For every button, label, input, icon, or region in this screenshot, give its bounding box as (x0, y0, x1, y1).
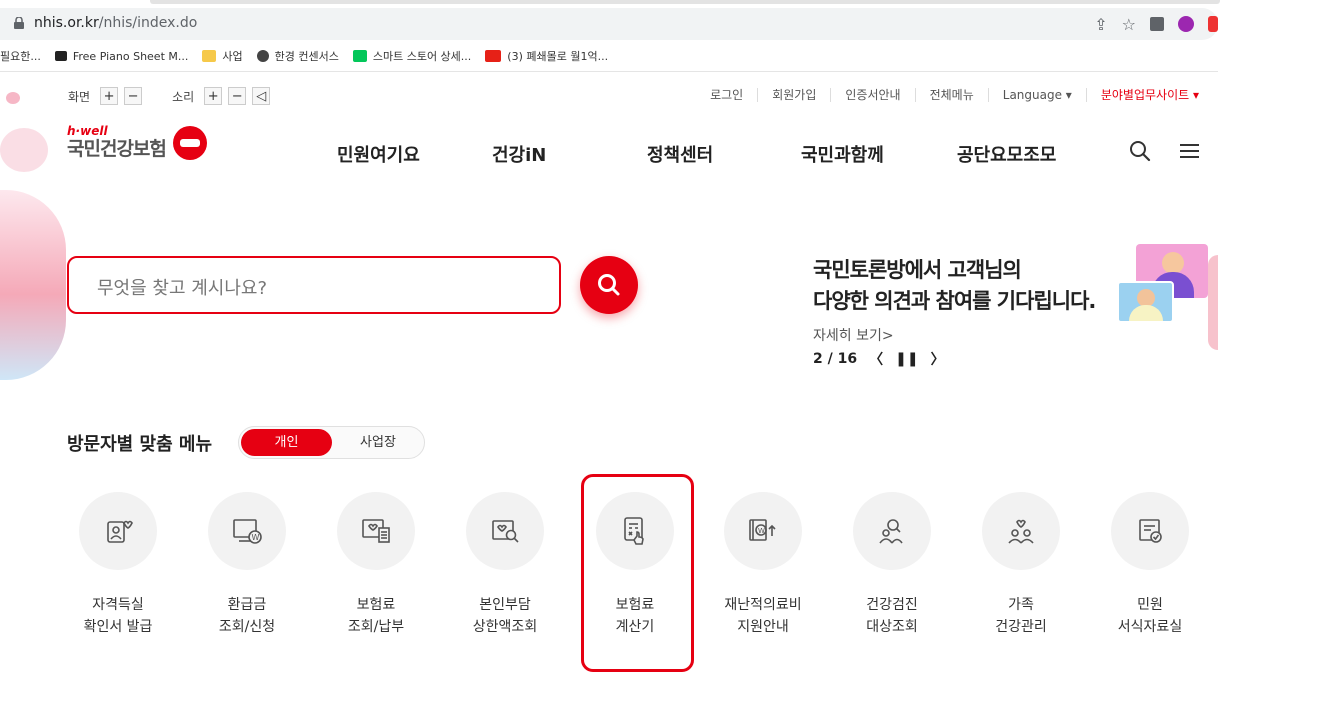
sound-label: 소리 (172, 89, 195, 104)
pause-icon[interactable]: ❚❚ (895, 351, 918, 367)
won-support-icon: W (749, 519, 776, 541)
search-icon[interactable] (1129, 140, 1151, 162)
speaker-icon[interactable]: ◁ (252, 87, 271, 105)
family-icon (1008, 519, 1034, 544)
menu-item-civil-forms[interactable]: 민원 서식자료실 (1090, 492, 1210, 638)
blossom-decoration (6, 92, 20, 104)
main-navigation: 민원여기요 건강iN 정책센터 국민과함께 공단요모조모 (0, 141, 1218, 167)
zoom-in-button[interactable]: + (100, 87, 119, 105)
zoom-out-button[interactable]: − (124, 87, 143, 105)
form-document-icon (1139, 519, 1162, 543)
profile-extension-icon[interactable] (1178, 16, 1194, 32)
search-icon (598, 274, 620, 296)
login-link[interactable]: 로그인 (696, 88, 757, 102)
search-placeholder: 무엇을 찾고 계시나요? (97, 278, 268, 299)
custom-menu-title: 방문자별 맞춤 메뉴 (67, 434, 213, 455)
lock-icon (14, 17, 24, 29)
menu-item-family-health[interactable]: 가족 건강관리 (961, 492, 1081, 638)
nav-item-about[interactable]: 공단요모조모 (957, 141, 1056, 167)
svg-text:W: W (758, 527, 765, 535)
nav-item-health[interactable]: 건강iN (492, 141, 546, 167)
bookmark-item[interactable]: 한경 컨센서스 (256, 48, 339, 64)
monitor-won-icon: W (233, 519, 262, 544)
bookmark-item[interactable]: Free Piano Sheet M... (54, 50, 188, 63)
bookmark-item[interactable]: 필요한... (0, 48, 41, 64)
chrome-divider (0, 71, 1218, 72)
banner-title-line2: 다양한 의견과 참여를 기다립니다. (813, 289, 1096, 313)
menu-item-refund[interactable]: W 환급금 조회/신청 (187, 492, 307, 638)
receipt-icon (362, 519, 390, 543)
tab-individual[interactable]: 개인 (241, 429, 332, 456)
svg-text:W: W (252, 533, 260, 542)
accessibility-controls: 화면 + − 소리 + − ◁ (68, 87, 271, 105)
nav-item-policy[interactable]: 정책센터 (647, 141, 713, 167)
prev-arrow-icon[interactable]: 〈 (869, 349, 883, 369)
address-bar[interactable]: nhis.or.kr/nhis/index.do ⇪ ☆ (0, 8, 1218, 40)
hamburger-menu-icon[interactable] (1180, 143, 1199, 159)
banner-illustration (1117, 281, 1174, 323)
menu-item-catastrophic-medical[interactable]: W 재난적의료비 지원안내 (703, 492, 823, 638)
search-input[interactable]: 무엇을 찾고 계시나요? (67, 256, 561, 314)
banner-pager: 2 / 16 〈 ❚❚ 〉 (813, 349, 945, 369)
language-select[interactable]: Language ▾ (987, 88, 1086, 102)
watercolor-decoration (0, 190, 66, 380)
search-button[interactable] (580, 256, 638, 314)
screen-size-label: 화면 (68, 89, 91, 104)
banner-title-line1: 국민토론방에서 고객님의 (813, 258, 1022, 282)
banner-more-link[interactable]: 자세히 보기> (813, 325, 894, 345)
visitor-type-toggle: 개인 사업장 (238, 426, 425, 459)
nav-item-together[interactable]: 국민과함께 (801, 141, 884, 167)
bookmark-item[interactable]: 사업 (202, 48, 243, 64)
bookmarks-bar: 필요한... Free Piano Sheet M... 사업 한경 컨센서스 … (0, 44, 608, 68)
tab-business[interactable]: 사업장 (334, 429, 422, 456)
share-icon[interactable]: ⇪ (1094, 15, 1107, 34)
menu-item-copay-limit[interactable]: 본인부담 상한액조회 (445, 492, 565, 638)
menu-item-premium-payment[interactable]: 보험료 조회/납부 (316, 492, 436, 638)
extension-icon[interactable] (1150, 17, 1164, 31)
banner-page-indicator: 2 / 16 (813, 351, 858, 367)
watercolor-decoration (1208, 255, 1218, 350)
bookmark-item[interactable]: 스마트 스토어 상세... (352, 48, 471, 64)
volume-down-button[interactable]: − (228, 87, 247, 105)
bookmark-item[interactable]: (3) 폐쇄몰로 월1억... (485, 48, 608, 64)
highlight-box (581, 474, 694, 672)
browser-tab-strip (150, 0, 1220, 4)
extension-red-icon[interactable] (1208, 16, 1218, 32)
folder-icon (202, 50, 217, 62)
url-text[interactable]: nhis.or.kr/nhis/index.do (34, 15, 197, 31)
star-icon[interactable]: ☆ (1122, 15, 1136, 34)
signup-link[interactable]: 회원가입 (757, 88, 830, 102)
menu-item-eligibility-certificate[interactable]: 자격득실 확인서 발급 (58, 492, 178, 638)
menu-item-health-checkup[interactable]: 건강검진 대상조회 (832, 492, 952, 638)
certificate-guide-link[interactable]: 인증서안내 (830, 88, 914, 102)
next-arrow-icon[interactable]: 〉 (931, 349, 945, 369)
search-document-icon (492, 520, 519, 543)
full-menu-link[interactable]: 전체메뉴 (914, 88, 988, 102)
youtube-icon (485, 50, 502, 62)
nav-item-minwon[interactable]: 민원여기요 (337, 141, 420, 167)
people-search-icon (879, 519, 903, 544)
id-card-icon (107, 520, 133, 543)
piano-icon (54, 51, 67, 61)
utility-links: 로그인 회원가입 인증서안내 전체메뉴 Language ▾ 분야별업무사이트 … (696, 88, 1213, 102)
globe-icon (256, 50, 269, 62)
volume-up-button[interactable]: + (204, 87, 223, 105)
naver-icon (352, 50, 367, 62)
business-sites-select[interactable]: 분야별업무사이트 ▾ (1085, 88, 1213, 102)
